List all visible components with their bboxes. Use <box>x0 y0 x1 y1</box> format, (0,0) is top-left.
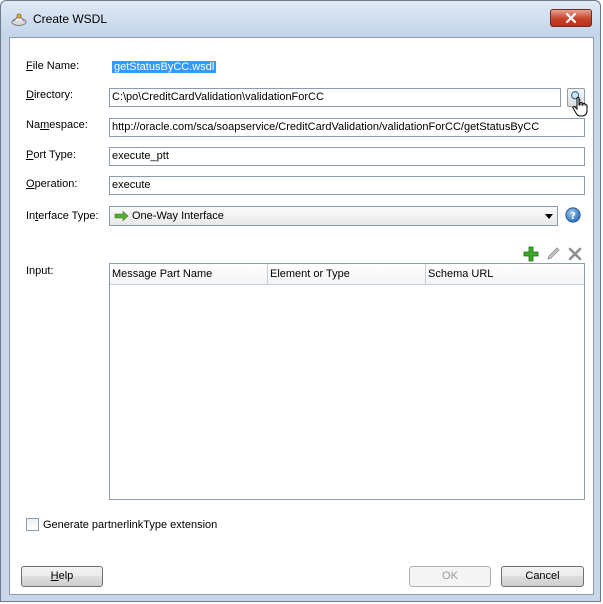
svg-text:?: ? <box>570 211 576 222</box>
cancel-button[interactable]: Cancel <box>501 566 584 587</box>
chevron-down-icon[interactable] <box>542 208 556 224</box>
directory-label: Directory: <box>26 89 74 101</box>
close-button[interactable] <box>550 9 592 27</box>
namespace-input[interactable]: http://oracle.com/sca/soapservice/Credit… <box>109 118 585 137</box>
dialog-content: File Name: getStatusByCC.wsdl Directory:… <box>9 37 594 595</box>
port-type-input[interactable]: execute_ptt <box>109 147 585 166</box>
window-title: Create WSDL <box>33 12 108 26</box>
create-wsdl-dialog: Create WSDL File Name: getStatusByCC.wsd… <box>0 0 601 602</box>
edit-icon[interactable] <box>545 246 561 262</box>
partnerlink-type-checkbox[interactable] <box>26 518 39 531</box>
operation-label: Operation: <box>26 178 78 190</box>
add-icon[interactable] <box>523 246 539 262</box>
directory-input[interactable]: C:\po\CreditCardValidation\validationFor… <box>109 88 561 107</box>
file-name-input[interactable]: getStatusByCC.wsdl <box>109 58 236 77</box>
delete-icon[interactable] <box>567 246 583 262</box>
operation-input[interactable]: execute <box>109 176 585 195</box>
ok-button[interactable]: OK <box>409 566 491 587</box>
column-header-schema-url[interactable]: Schema URL <box>426 264 584 284</box>
wsdl-icon <box>11 13 27 26</box>
interface-type-label: Interface Type: <box>26 210 99 222</box>
close-icon <box>565 12 577 24</box>
file-name-label: File Name: <box>26 60 80 72</box>
hand-cursor-icon <box>572 96 588 117</box>
input-label: Input: <box>26 265 54 277</box>
interface-type-value: One-Way Interface <box>132 210 224 222</box>
help-icon[interactable]: ? <box>565 207 581 223</box>
title-bar: Create WSDL <box>1 1 600 37</box>
column-header-message-part-name[interactable]: Message Part Name <box>110 264 268 284</box>
partnerlink-type-label: Generate partnerlinkType extension <box>43 519 218 531</box>
column-header-element-or-type[interactable]: Element or Type <box>268 264 426 284</box>
table-header: Message Part Name Element or Type Schema… <box>110 264 584 285</box>
one-way-arrow-icon <box>114 211 129 221</box>
input-table[interactable]: Message Part Name Element or Type Schema… <box>109 263 585 500</box>
interface-type-select[interactable]: One-Way Interface <box>109 206 558 226</box>
help-button[interactable]: Help <box>21 566 103 587</box>
port-type-label: Port Type: <box>26 149 76 161</box>
namespace-label: Namespace: <box>26 119 88 131</box>
